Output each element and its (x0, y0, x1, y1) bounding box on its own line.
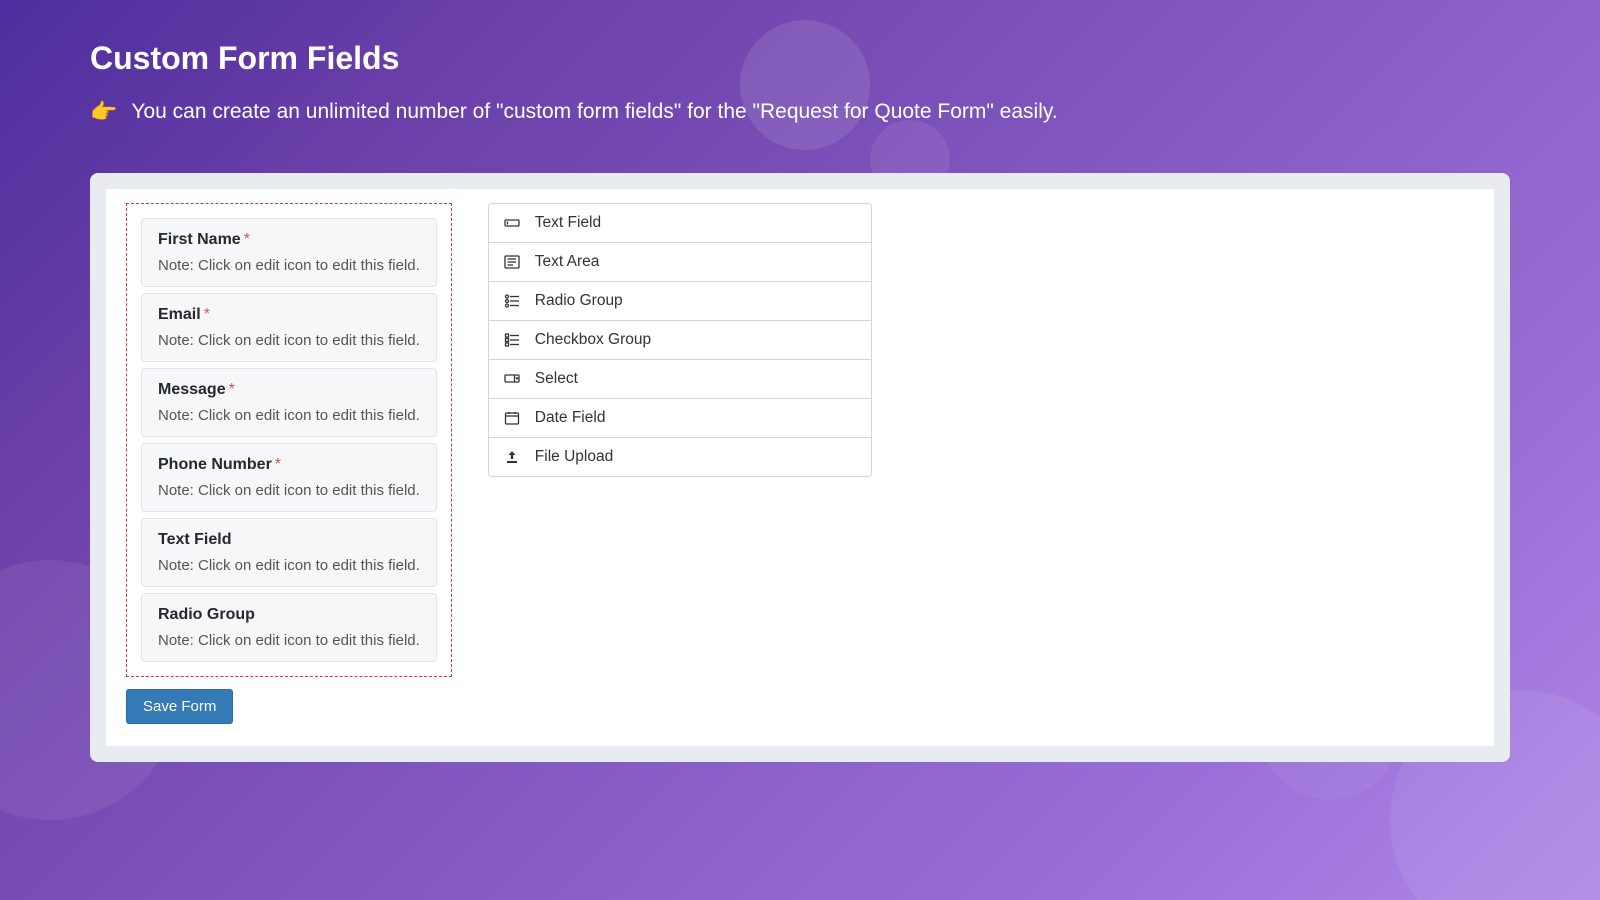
palette-label: Date Field (535, 409, 606, 427)
field-label: Radio Group (158, 606, 255, 623)
palette-select[interactable]: Select (489, 360, 871, 399)
required-star: * (229, 381, 235, 398)
text-field-icon (503, 214, 521, 232)
required-star: * (244, 231, 250, 248)
field-label: Phone Number (158, 456, 272, 473)
form-field-card[interactable]: Message* Note: Click on edit icon to edi… (141, 368, 437, 437)
palette-label: Text Area (535, 253, 600, 271)
palette-label: File Upload (535, 448, 613, 466)
page-title: Custom Form Fields (90, 40, 1510, 77)
form-field-card[interactable]: Text Field Note: Click on edit icon to e… (141, 518, 437, 587)
palette-text-area[interactable]: Text Area (489, 243, 871, 282)
select-icon (503, 370, 521, 388)
checkbox-group-icon (503, 331, 521, 349)
field-note: Note: Click on edit icon to edit this fi… (158, 257, 420, 274)
palette-label: Select (535, 370, 578, 388)
field-label: First Name (158, 231, 241, 248)
palette-date-field[interactable]: Date Field (489, 399, 871, 438)
field-label: Email (158, 306, 201, 323)
required-star: * (204, 306, 210, 323)
palette-text-field[interactable]: Text Field (489, 204, 871, 243)
calendar-icon (503, 409, 521, 427)
field-note: Note: Click on edit icon to edit this fi… (158, 557, 420, 574)
save-form-button[interactable]: Save Form (126, 689, 233, 724)
form-field-card[interactable]: Radio Group Note: Click on edit icon to … (141, 593, 437, 662)
palette-radio-group[interactable]: Radio Group (489, 282, 871, 321)
field-note: Note: Click on edit icon to edit this fi… (158, 407, 420, 424)
form-field-card[interactable]: Phone Number* Note: Click on edit icon t… (141, 443, 437, 512)
required-star: * (275, 456, 281, 473)
upload-icon (503, 448, 521, 466)
page-subtitle: You can create an unlimited number of "c… (131, 100, 1057, 124)
form-drop-zone[interactable]: First Name* Note: Click on edit icon to … (126, 203, 452, 677)
form-field-card[interactable]: First Name* Note: Click on edit icon to … (141, 218, 437, 287)
palette-label: Text Field (535, 214, 601, 232)
text-area-icon (503, 253, 521, 271)
field-note: Note: Click on edit icon to edit this fi… (158, 332, 420, 349)
field-note: Note: Click on edit icon to edit this fi… (158, 482, 420, 499)
field-note: Note: Click on edit icon to edit this fi… (158, 632, 420, 649)
palette-label: Radio Group (535, 292, 623, 310)
palette-checkbox-group[interactable]: Checkbox Group (489, 321, 871, 360)
field-palette: Text Field Text Area Radio Group Checkbo… (488, 203, 872, 477)
pointer-icon: 👉 (90, 99, 117, 125)
radio-group-icon (503, 292, 521, 310)
palette-file-upload[interactable]: File Upload (489, 438, 871, 476)
builder-panel: First Name* Note: Click on edit icon to … (90, 173, 1510, 762)
field-label: Message (158, 381, 226, 398)
field-label: Text Field (158, 531, 232, 548)
form-field-card[interactable]: Email* Note: Click on edit icon to edit … (141, 293, 437, 362)
palette-label: Checkbox Group (535, 331, 651, 349)
